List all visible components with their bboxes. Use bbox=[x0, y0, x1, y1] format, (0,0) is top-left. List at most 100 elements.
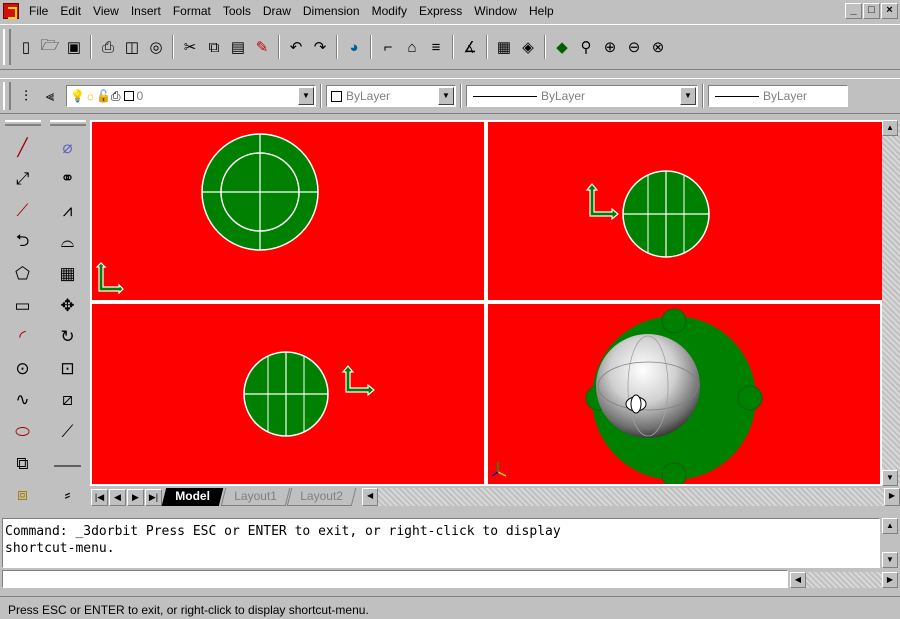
viewport-bottom-right-active[interactable] bbox=[486, 302, 882, 486]
paste-icon[interactable]: ▤ bbox=[226, 35, 250, 59]
scroll-left-button[interactable]: ◀ bbox=[790, 572, 806, 588]
open-icon[interactable]: 🗁 bbox=[38, 35, 62, 59]
menu-edit[interactable]: Edit bbox=[54, 0, 87, 22]
command-input[interactable] bbox=[2, 570, 788, 588]
menu-format[interactable]: Format bbox=[167, 0, 217, 22]
menu-insert[interactable]: Insert bbox=[125, 0, 167, 22]
scroll-down-button[interactable]: ▼ bbox=[882, 470, 898, 486]
polygon-shape-icon[interactable]: ⬠ bbox=[8, 258, 38, 290]
arcball-handle-bottom[interactable] bbox=[661, 462, 687, 484]
trim-icon[interactable]: ⸺ bbox=[53, 448, 83, 480]
scroll-up-button[interactable]: ▲ bbox=[882, 120, 898, 136]
internet-icon[interactable]: ◕ bbox=[342, 35, 366, 59]
next-tab-button[interactable]: ▶ bbox=[127, 488, 144, 506]
3dorbit-icon[interactable]: ◈ bbox=[516, 35, 540, 59]
scroll-up-button[interactable]: ▲ bbox=[882, 518, 898, 534]
layers-icon[interactable]: ⫷ bbox=[38, 84, 62, 108]
viewport-top-left[interactable] bbox=[92, 122, 484, 300]
scale-icon[interactable]: ⊡ bbox=[53, 353, 83, 385]
arcball-handle-right[interactable] bbox=[737, 385, 763, 411]
lengthen-icon[interactable]: ⟋ bbox=[53, 416, 83, 448]
stretch-icon[interactable]: ⧄ bbox=[53, 385, 83, 417]
chevron-down-icon[interactable]: ▼ bbox=[438, 87, 454, 105]
arcball-handle-top[interactable] bbox=[661, 308, 687, 334]
make-block-icon[interactable]: ⧈ bbox=[8, 479, 38, 511]
mirror-icon[interactable]: ⩘ bbox=[53, 195, 83, 227]
arc-icon[interactable]: ◜ bbox=[8, 321, 38, 353]
scroll-down-button[interactable]: ▼ bbox=[882, 552, 898, 568]
rotate-icon[interactable]: ↻ bbox=[53, 321, 83, 353]
menu-tools[interactable]: Tools bbox=[217, 0, 257, 22]
preview-icon[interactable]: ◫ bbox=[120, 35, 144, 59]
matchprop-icon[interactable]: ✎ bbox=[250, 35, 274, 59]
chevron-down-icon[interactable]: ▼ bbox=[298, 87, 314, 105]
command-vertical-scrollbar[interactable]: ▲ ▼ bbox=[882, 518, 900, 568]
offset-icon[interactable]: ⌓ bbox=[53, 227, 83, 259]
save-icon[interactable]: ▣ bbox=[62, 35, 86, 59]
zoomall-icon[interactable]: ⊗ bbox=[646, 35, 670, 59]
menu-window[interactable]: Window bbox=[468, 0, 523, 22]
tab-layout2[interactable]: Layout2 bbox=[287, 488, 357, 506]
print-icon[interactable]: ⎙ bbox=[96, 35, 120, 59]
properties-icon[interactable]: ≡ bbox=[424, 35, 448, 59]
snap-icon[interactable]: ⌐ bbox=[376, 35, 400, 59]
move-icon[interactable]: ✥ bbox=[53, 290, 83, 322]
namedviews-icon[interactable]: ▦ bbox=[492, 35, 516, 59]
lineweight-dropdown[interactable]: ByLayer bbox=[708, 85, 848, 107]
spell-icon[interactable]: ◎ bbox=[144, 35, 168, 59]
circle-icon[interactable]: ⊙ bbox=[8, 353, 38, 385]
array-icon[interactable]: ▦ bbox=[53, 258, 83, 290]
tab-model[interactable]: Model bbox=[161, 488, 223, 506]
tab-layout1[interactable]: Layout1 bbox=[220, 488, 290, 506]
close-button[interactable]: × bbox=[881, 3, 898, 19]
viewport-bottom-left[interactable] bbox=[92, 304, 484, 484]
toolbar-grip[interactable] bbox=[3, 29, 11, 65]
toolbar-grip[interactable] bbox=[4, 120, 41, 126]
menu-express[interactable]: Express bbox=[413, 0, 468, 22]
menu-help[interactable]: Help bbox=[523, 0, 560, 22]
copy-object-icon[interactable]: ⚭ bbox=[53, 164, 83, 196]
redo-icon[interactable]: ↷ bbox=[308, 35, 332, 59]
polygon-icon[interactable]: ⮌ bbox=[8, 227, 38, 259]
horizontal-scrollbar[interactable]: ◀ ▶ bbox=[362, 488, 900, 506]
viewport-top-right[interactable] bbox=[488, 122, 882, 300]
polyline-icon[interactable]: ⟋ bbox=[8, 195, 38, 227]
pan-icon[interactable]: ◆ bbox=[550, 35, 574, 59]
zoom-icon[interactable]: ⚲ bbox=[574, 35, 598, 59]
copy-icon[interactable]: ⧉ bbox=[202, 35, 226, 59]
spline-icon[interactable]: ∿ bbox=[8, 385, 38, 417]
menu-dimension[interactable]: Dimension bbox=[297, 0, 366, 22]
construction-line-icon[interactable]: ⤢ bbox=[8, 164, 38, 196]
toolbar-grip[interactable] bbox=[49, 120, 86, 126]
drawing-area[interactable] bbox=[90, 120, 882, 486]
extend-icon[interactable]: ⸗ bbox=[53, 479, 83, 511]
first-tab-button[interactable]: |◀ bbox=[91, 488, 108, 506]
scroll-right-button[interactable]: ▶ bbox=[884, 488, 900, 506]
vertical-scrollbar[interactable]: ▲ ▼ bbox=[882, 120, 900, 486]
menu-draw[interactable]: Draw bbox=[257, 0, 297, 22]
zoomprev-icon[interactable]: ⊖ bbox=[622, 35, 646, 59]
menu-file[interactable]: File bbox=[23, 0, 54, 22]
rectangle-icon[interactable]: ▭ bbox=[8, 290, 38, 322]
designcenter-icon[interactable]: ⌂ bbox=[400, 35, 424, 59]
undo-icon[interactable]: ↶ bbox=[284, 35, 308, 59]
menu-modify[interactable]: Modify bbox=[366, 0, 413, 22]
minimize-button[interactable]: _ bbox=[845, 3, 862, 19]
line-icon[interactable]: ╱ bbox=[8, 132, 38, 164]
chevron-down-icon[interactable]: ▼ bbox=[680, 87, 696, 105]
color-dropdown[interactable]: ByLayer ▼ bbox=[326, 85, 456, 107]
toolbar-grip[interactable] bbox=[3, 82, 11, 110]
autocad-app-icon[interactable] bbox=[3, 3, 19, 19]
cut-icon[interactable]: ✂ bbox=[178, 35, 202, 59]
menu-view[interactable]: View bbox=[87, 0, 125, 22]
new-icon[interactable]: ▯ bbox=[14, 35, 38, 59]
distance-icon[interactable]: ∡ bbox=[458, 35, 482, 59]
command-horizontal-scrollbar[interactable]: ◀ ▶ bbox=[790, 572, 898, 588]
restore-button[interactable]: □ bbox=[863, 3, 880, 19]
prev-tab-button[interactable]: ◀ bbox=[109, 488, 126, 506]
ellipse-icon[interactable]: ⬭ bbox=[8, 416, 38, 448]
linetype-dropdown[interactable]: ByLayer ▼ bbox=[466, 85, 698, 107]
scroll-left-button[interactable]: ◀ bbox=[362, 488, 379, 506]
erase-icon[interactable]: ⌀ bbox=[53, 132, 83, 164]
zoomwindow-icon[interactable]: ⊕ bbox=[598, 35, 622, 59]
